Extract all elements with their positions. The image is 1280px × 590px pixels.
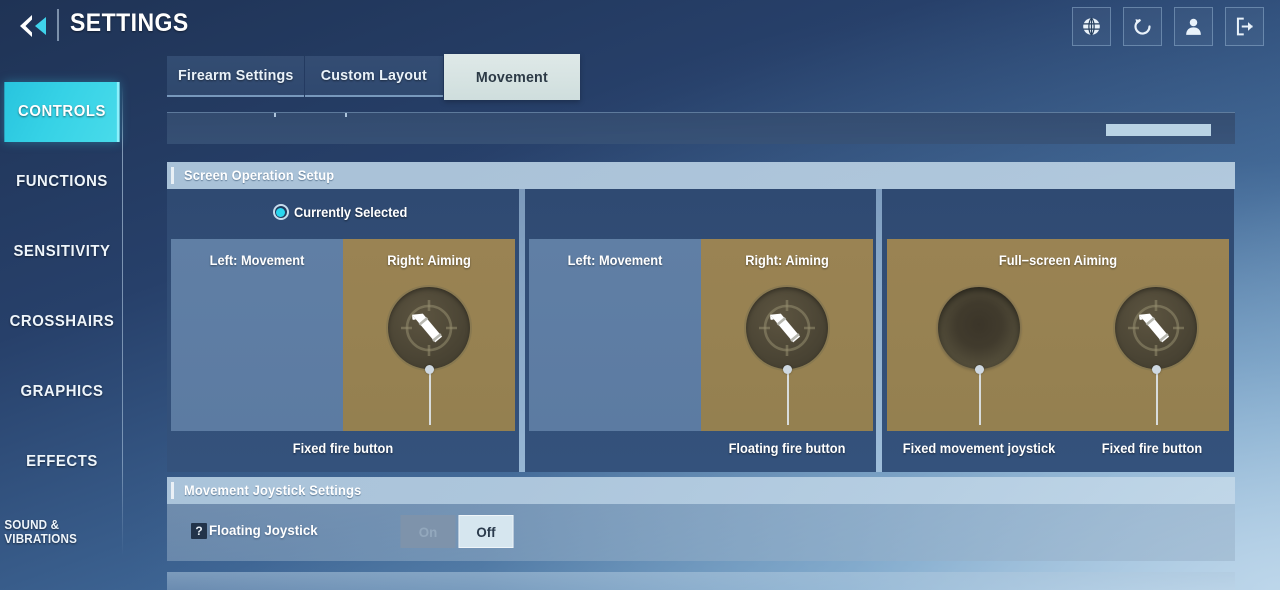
leader-line xyxy=(429,369,431,425)
section-header-screen-operation: Screen Operation Setup xyxy=(167,162,1235,189)
leader-dot xyxy=(975,365,984,374)
fire-button-control[interactable] xyxy=(388,287,470,369)
toggle-option-on[interactable]: On xyxy=(400,515,456,548)
settings-content: Screen Operation Setup Currently Selecte… xyxy=(167,112,1235,572)
caption-floating-fire-button: Floating fire button xyxy=(728,441,846,456)
movement-joystick-body: ? Floating Joystick On Off xyxy=(167,504,1235,561)
sidebar-item-label: SOUND & VIBRATIONS xyxy=(4,518,78,546)
language-button[interactable] xyxy=(1072,7,1111,46)
pane-label: Full−screen Aiming xyxy=(998,253,1118,268)
slider-track[interactable] xyxy=(1106,124,1211,136)
sidebar-item-controls[interactable]: CONTROLS xyxy=(4,82,120,142)
sidebar-item-graphics[interactable]: GRAPHICS xyxy=(4,362,119,422)
sidebar-item-label: CROSSHAIRS xyxy=(9,313,115,330)
sidebar-item-sound-vibrations[interactable]: SOUND & VIBRATIONS xyxy=(4,502,119,562)
back-button[interactable] xyxy=(14,7,52,45)
floating-joystick-toggle[interactable]: On Off xyxy=(399,515,515,548)
sidebar-item-label: FUNCTIONS xyxy=(16,173,108,190)
section-title: Movement Joystick Settings xyxy=(184,483,362,498)
sidebar-item-label: GRAPHICS xyxy=(20,383,104,400)
pane-label: Left: Movement xyxy=(567,253,663,268)
leader-line xyxy=(787,369,789,425)
sidebar-item-sensitivity[interactable]: SENSITIVITY xyxy=(4,222,119,282)
tick-mark xyxy=(345,113,347,117)
tab-label: Firearm Settings xyxy=(177,67,294,84)
joystick-icon xyxy=(938,287,1020,369)
logout-icon xyxy=(1236,17,1253,36)
fire-button-control[interactable] xyxy=(746,287,828,369)
sidebar-divider xyxy=(122,86,123,556)
reset-button[interactable] xyxy=(1123,7,1162,46)
section-accent-bar xyxy=(171,482,174,499)
sidebar-item-label: SENSITIVITY xyxy=(13,243,111,260)
leader-line xyxy=(979,369,981,425)
pane-left-movement: Left: Movement xyxy=(529,239,701,431)
account-button[interactable] xyxy=(1174,7,1213,46)
account-icon xyxy=(1186,18,1201,35)
title-divider xyxy=(57,9,59,41)
pane-right-aiming: Right: Aiming xyxy=(701,239,873,431)
pane-left-movement: Left: Movement xyxy=(171,239,343,431)
screen-operation-options: Currently Selected Left: Movement Right:… xyxy=(167,189,1235,472)
section-header-movement-joystick: Movement Joystick Settings xyxy=(167,477,1235,504)
pane-label: Right: Aiming xyxy=(387,253,471,268)
caption-fixed-movement-joystick: Fixed movement joystick xyxy=(902,441,1056,456)
page-title: SETTINGS xyxy=(70,9,189,37)
option-card-full-screen-aiming[interactable]: Full−screen Aiming Fixed movement joysti… xyxy=(882,189,1234,472)
pane-label: Left: Movement xyxy=(209,253,305,268)
top-icon-group xyxy=(1072,7,1264,46)
leader-dot xyxy=(425,365,434,374)
globe-icon xyxy=(1083,17,1100,36)
sidebar-item-effects[interactable]: EFFECTS xyxy=(4,432,119,492)
currently-selected-badge: Currently Selected xyxy=(167,189,519,235)
sidebar-item-label: CONTROLS xyxy=(18,103,106,120)
top-bar: SETTINGS xyxy=(0,0,1280,56)
logout-button[interactable] xyxy=(1225,7,1264,46)
toggle-option-off[interactable]: Off xyxy=(458,515,514,548)
pane-label: Right: Aiming xyxy=(745,253,829,268)
radio-selected-icon[interactable] xyxy=(272,204,289,220)
tab-movement[interactable]: Movement xyxy=(444,54,580,100)
question-mark-icon[interactable]: ? xyxy=(191,523,207,539)
tick-mark xyxy=(274,113,276,117)
scrolled-row-above[interactable] xyxy=(167,112,1235,144)
leader-line xyxy=(1156,369,1158,425)
sidebar-item-label: EFFECTS xyxy=(26,453,98,470)
setting-label: Floating Joystick xyxy=(209,522,318,538)
setting-row-floating-joystick: ? Floating Joystick On Off xyxy=(167,504,1235,561)
sidebar: CONTROLS FUNCTIONS SENSITIVITY CROSSHAIRS GR… xyxy=(0,56,124,590)
leader-dot xyxy=(783,365,792,374)
caption-fixed-fire-button: Fixed fire button xyxy=(1101,441,1203,456)
sidebar-item-crosshairs[interactable]: CROSSHAIRS xyxy=(4,292,119,352)
pane-right-aiming: Right: Aiming xyxy=(343,239,515,431)
option-card-floating-fire-button[interactable]: Left: Movement Right: Aiming Floating fi… xyxy=(525,189,876,472)
section-accent-bar xyxy=(171,167,174,184)
tab-label: Movement xyxy=(476,68,548,86)
back-arrow-icon xyxy=(20,15,46,37)
sidebar-item-functions[interactable]: FUNCTIONS xyxy=(4,152,119,212)
leader-dot xyxy=(1152,365,1161,374)
fire-button-icon xyxy=(388,287,470,369)
fire-button-icon xyxy=(746,287,828,369)
tab-custom-layout[interactable]: Custom Layout xyxy=(305,56,443,97)
tab-label: Custom Layout xyxy=(320,67,428,84)
fire-button-icon xyxy=(1115,287,1197,369)
currently-selected-label: Currently Selected xyxy=(293,204,408,220)
tab-firearm-settings[interactable]: Firearm Settings xyxy=(167,56,304,97)
section-title: Screen Operation Setup xyxy=(184,168,335,183)
option-card-fixed-fire-button[interactable]: Currently Selected Left: Movement Right:… xyxy=(167,189,519,472)
pane-full-screen-aiming: Full−screen Aiming xyxy=(887,239,1229,431)
caption-fixed-fire-button: Fixed fire button xyxy=(292,441,394,456)
fire-button-control[interactable] xyxy=(1115,287,1197,369)
reset-icon xyxy=(1134,19,1151,35)
movement-joystick-control[interactable] xyxy=(938,287,1020,369)
content-bottom-strip xyxy=(167,572,1235,590)
